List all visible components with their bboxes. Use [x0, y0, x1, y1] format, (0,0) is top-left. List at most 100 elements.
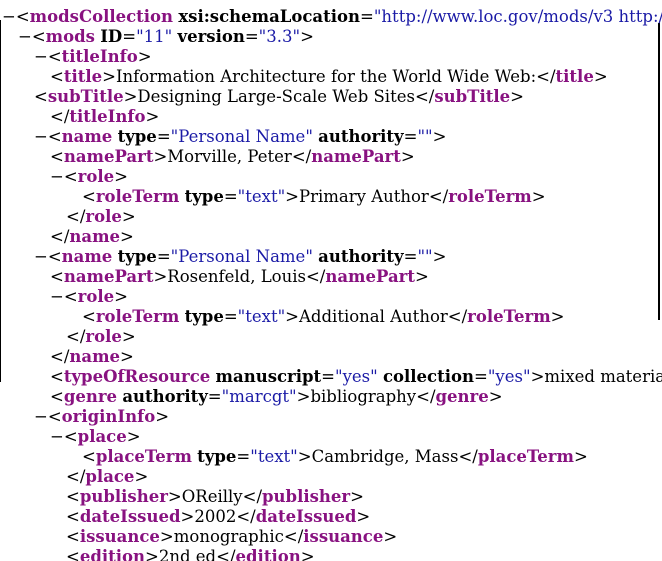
collapse-toggle-icon[interactable]: −: [2, 7, 16, 26]
collapse-toggle-icon[interactable]: −: [34, 247, 48, 266]
tag-open-bracket: <: [34, 87, 48, 106]
tag-open-bracket: <: [50, 387, 64, 406]
xml-attribute-value: "http://www.loc.gov/mods/v3 http://www.l…: [373, 7, 662, 26]
xml-line: <namePart>Morville, Peter</namePart>: [50, 147, 415, 166]
xml-line: <title>Information Architecture for the …: [50, 67, 608, 86]
tag-open-bracket: <: [50, 67, 64, 86]
xml-text-content: Designing Large-Scale Web Sites: [137, 87, 415, 106]
tag-close-bracket: >: [153, 147, 168, 166]
collapse-toggle-icon[interactable]: −: [34, 127, 48, 146]
xml-tag-name: place: [77, 427, 127, 446]
tag-open-bracket: <: [66, 547, 80, 561]
xml-line: <typeOfResource manuscript="yes" collect…: [50, 367, 662, 387]
xml-text-content: Cambridge, Mass: [311, 447, 459, 466]
tag-close-bracket: >: [123, 87, 138, 106]
tag-open-bracket: <: [50, 147, 64, 166]
xml-tag-name: roleTerm: [95, 187, 180, 206]
tag-close-bracket: >: [114, 167, 128, 186]
xml-text-content: monographic: [173, 527, 284, 546]
xml-attribute-name: type: [197, 447, 237, 466]
xml-text-content: Additional Author: [299, 307, 448, 326]
xml-tag-name: title: [63, 67, 103, 86]
tag-close-bracket: >: [530, 367, 545, 386]
xml-end-tag-name: genre: [435, 387, 489, 406]
xml-tag-name: titleInfo: [61, 47, 138, 66]
xml-line: −<role>: [50, 287, 128, 307]
tag-open-bracket: <: [47, 407, 62, 426]
xml-line: <roleTerm type="text">Additional Author<…: [82, 307, 565, 326]
xml-end-tag-name: roleTerm: [448, 187, 532, 206]
xml-attribute-value: "text": [250, 447, 298, 466]
tag-open-bracket: <: [47, 247, 62, 266]
xml-tag-name: issuance: [79, 527, 160, 546]
tag-open-bracket: <: [63, 427, 78, 446]
xml-line: <roleTerm type="text">Primary Author</ro…: [82, 187, 546, 206]
tree-right-border: [658, 23, 660, 320]
tag-close-bracket: >: [432, 247, 447, 266]
xml-attribute-value: "yes": [487, 367, 531, 386]
tag-open-bracket: <: [66, 487, 80, 506]
xml-tag-name: typeOfResource: [63, 367, 211, 386]
xml-text-content: OReilly: [181, 487, 243, 506]
xml-tag-name: name: [69, 227, 121, 246]
tag-open-bracket: </: [50, 107, 70, 126]
xml-text-content: bibliography: [310, 387, 417, 406]
xml-attribute-name: collection: [382, 367, 474, 386]
tag-close-bracket: >: [159, 527, 174, 546]
xml-text-content: mixed material: [544, 367, 662, 386]
xml-line: <publisher>OReilly</publisher>: [66, 487, 364, 506]
collapse-toggle-icon[interactable]: −: [34, 47, 48, 66]
xml-tag-name: originInfo: [61, 407, 156, 426]
collapse-toggle-icon[interactable]: −: [50, 427, 64, 446]
tag-open-bracket: <: [47, 127, 62, 146]
xml-attribute-value: "": [417, 127, 433, 146]
xml-attribute-value: "3.3": [258, 27, 301, 46]
xml-attribute-value: "Personal Name": [170, 127, 313, 146]
xml-attribute-name: manuscript: [215, 367, 322, 386]
xml-line: <issuance>monographic</issuance>: [66, 527, 398, 546]
tag-close-bracket: >: [297, 447, 312, 466]
xml-tag-name: publisher: [79, 487, 168, 506]
xml-attribute-name: type: [117, 127, 157, 146]
xml-tag-name: namePart: [63, 147, 154, 166]
collapse-toggle-icon[interactable]: −: [34, 407, 48, 426]
xml-tag-name: place: [85, 467, 135, 486]
xml-attribute-name: ID: [100, 27, 123, 46]
tag-close-bracket: >: [114, 287, 128, 306]
collapse-toggle-icon[interactable]: −: [18, 27, 32, 46]
xml-end-tag-name: issuance: [303, 527, 384, 546]
tag-open-bracket: </: [66, 467, 86, 486]
xml-attribute-value: "text": [237, 187, 286, 206]
xml-line: −<modsCollection xsi:schemaLocation="htt…: [2, 7, 662, 27]
xml-tag-name: role: [77, 167, 115, 186]
xml-tag-name: subTitle: [47, 87, 124, 106]
xml-end-tag-name: dateIssued: [255, 507, 357, 526]
tag-close-bracket: >: [120, 227, 134, 246]
xml-line: −<role>: [50, 167, 128, 187]
xml-tag-name: titleInfo: [69, 107, 146, 126]
xml-line: −<name type="Personal Name" authority=""…: [34, 127, 447, 146]
xml-attribute-value: "marcgt": [221, 387, 297, 406]
tag-close-bracket: >: [145, 107, 160, 126]
xml-end-tag-name: publisher: [262, 487, 351, 506]
collapse-toggle-icon[interactable]: −: [50, 167, 64, 186]
tag-close-bracket: >: [285, 187, 299, 206]
tag-close-bracket: >: [180, 507, 195, 526]
xml-tag-name: modsCollection: [29, 7, 174, 26]
xml-end-tag-name: subTitle: [434, 87, 511, 106]
tag-open-bracket: <: [31, 27, 46, 46]
tag-open-bracket: </: [50, 227, 70, 246]
xml-line: −<name type="Personal Name" authority=""…: [34, 247, 447, 266]
xml-end-tag-name: edition: [235, 547, 301, 561]
tag-open-bracket: <: [82, 447, 96, 466]
tag-close-bracket: >: [126, 427, 141, 446]
xml-line: <dateIssued>2002</dateIssued>: [66, 507, 371, 526]
tag-close-bracket: >: [145, 547, 159, 561]
xml-attribute-name: type: [184, 307, 224, 326]
xml-text-content: Information Architecture for the World W…: [115, 67, 537, 86]
tag-close-bracket: >: [134, 467, 149, 486]
tag-open-bracket: <: [63, 167, 78, 186]
xml-text-content: Primary Author: [299, 187, 429, 206]
tag-open-bracket: <: [66, 507, 80, 526]
collapse-toggle-icon[interactable]: −: [50, 287, 64, 306]
